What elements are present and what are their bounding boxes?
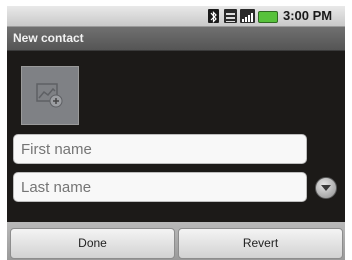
title-bar: New contact	[7, 27, 345, 51]
status-clock: 3:00 PM	[283, 8, 333, 23]
page-title: New contact	[13, 31, 84, 45]
battery-icon	[258, 11, 278, 23]
button-bar: Done Revert	[7, 222, 345, 260]
first-name-field[interactable]	[13, 134, 307, 164]
done-button[interactable]: Done	[10, 228, 175, 259]
chevron-down-circle-icon	[321, 185, 331, 191]
contact-form	[7, 51, 345, 222]
more-fields-button[interactable]	[315, 177, 337, 199]
status-bar: 3:00 PM	[7, 6, 345, 27]
contact-photo-button[interactable]	[21, 66, 79, 125]
signal-icon	[224, 9, 237, 23]
add-photo-icon	[34, 79, 64, 109]
phone-screen: 3:00 PM New contact Done Revert	[7, 6, 345, 260]
last-name-field[interactable]	[13, 172, 307, 202]
revert-button[interactable]: Revert	[178, 228, 343, 259]
network-icon	[240, 9, 255, 23]
bluetooth-icon	[208, 9, 219, 23]
